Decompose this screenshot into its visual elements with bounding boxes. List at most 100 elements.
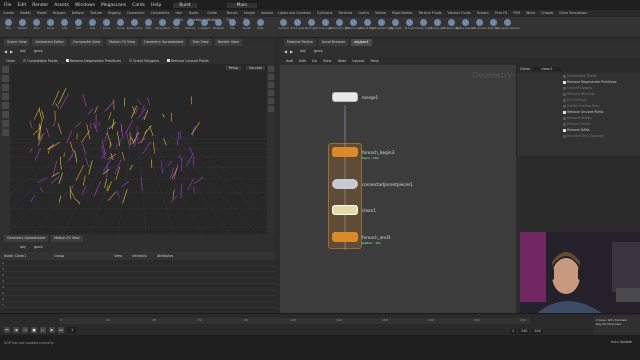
shelf-tab[interactable]: Texture bbox=[87, 10, 105, 17]
path-obj[interactable]: obj bbox=[20, 49, 25, 53]
shelf-right-tool[interactable]: Caustic Light bbox=[415, 19, 432, 30]
shelf-right-tool[interactable]: Volume Light bbox=[345, 19, 362, 30]
clean-node-body[interactable] bbox=[332, 205, 358, 215]
shelf-tool[interactable]: Sphere bbox=[18, 19, 27, 30]
shelf-tool[interactable]: File bbox=[228, 19, 237, 30]
shelf-right-tab[interactable]: Vellum bbox=[372, 10, 389, 17]
shelf-right-tool[interactable]: Stereo Camera bbox=[456, 19, 475, 30]
node-foreach-end3[interactable]: foreach_end3 Gather : 151 bbox=[332, 232, 390, 245]
opt-consolidate[interactable]: Consolidate Points bbox=[23, 58, 58, 63]
shelf-tab[interactable]: Guide Brushes bbox=[204, 10, 223, 22]
shelf-right-tab[interactable]: Viscous Fluids bbox=[444, 10, 473, 17]
shelf-tool[interactable]: Circle bbox=[102, 19, 111, 30]
connect-node-body[interactable] bbox=[332, 179, 358, 189]
shelf-tool[interactable]: Box bbox=[4, 19, 13, 30]
tab-geometry-spreadsheet[interactable]: Geometry Spreadsheet bbox=[4, 234, 49, 242]
viewport-tab[interactable]: Scene View bbox=[4, 38, 30, 46]
auto-update-button[interactable]: Auto Update bbox=[611, 340, 632, 344]
ne-edit[interactable]: Edit bbox=[299, 59, 306, 63]
menu-cards[interactable]: Cards bbox=[132, 3, 145, 8]
menu-render[interactable]: Render bbox=[32, 3, 48, 8]
menu-file[interactable]: File bbox=[4, 3, 12, 8]
shelf-tab[interactable]: Deform bbox=[69, 10, 87, 17]
viewport-tab[interactable]: Tree View bbox=[189, 38, 212, 46]
path-node[interactable]: geo1 bbox=[34, 49, 43, 53]
shelf-tool[interactable]: Null bbox=[74, 19, 83, 30]
shelf-tool[interactable]: Torus bbox=[46, 19, 55, 30]
play-reverse-icon[interactable]: ◁ bbox=[22, 327, 28, 333]
shelf-right-tool[interactable]: GI Light bbox=[404, 19, 415, 30]
viewport-tab[interactable]: Animation Editor bbox=[32, 38, 67, 46]
viewport-tab[interactable]: Composite View bbox=[69, 38, 104, 46]
tab-motion-fx[interactable]: Motion FX View bbox=[51, 234, 83, 242]
last-frame-icon[interactable]: ⏭ bbox=[58, 327, 64, 333]
opt-orient[interactable]: Orient Polygons bbox=[128, 58, 159, 63]
shelf-tool[interactable]: Grid bbox=[60, 19, 69, 30]
shelf-tab[interactable]: Rigging bbox=[105, 10, 124, 17]
shelf-tool[interactable]: Font bbox=[172, 19, 181, 30]
menu-edit[interactable]: Edit bbox=[18, 3, 27, 8]
points-icon[interactable] bbox=[268, 90, 274, 96]
prev-key-icon[interactable]: ◀ bbox=[13, 327, 19, 333]
spread-intrinsics[interactable]: Intrinsics bbox=[132, 254, 147, 258]
node-clean1[interactable]: clean1 bbox=[332, 205, 376, 215]
node-foreach-begin3[interactable]: foreach_begin3 Piece : 150 bbox=[332, 147, 394, 160]
shelf-right-tab[interactable]: Collisions bbox=[314, 10, 336, 17]
first-frame-icon[interactable]: ⏮ bbox=[4, 327, 10, 333]
shelf-tool[interactable]: Metaball bbox=[213, 19, 224, 30]
foreach-end-body[interactable] bbox=[332, 232, 358, 242]
shelf-right-tool[interactable]: Spot Light bbox=[305, 19, 318, 30]
tab-asset-browser[interactable]: Asset Browser bbox=[318, 38, 349, 46]
shelf-right-tab[interactable]: FEM bbox=[510, 10, 523, 17]
shelf-tool[interactable]: Path bbox=[144, 19, 153, 30]
menu-megascans[interactable]: Megascans bbox=[101, 3, 126, 8]
normals-icon[interactable] bbox=[268, 98, 274, 104]
menu-assets[interactable]: Assets bbox=[54, 3, 69, 8]
camera-icon[interactable] bbox=[268, 106, 274, 112]
shelf-tab[interactable]: Volume bbox=[258, 10, 276, 17]
shelf-right-tab[interactable]: Particle Fluids bbox=[416, 10, 445, 17]
shelf-right-tool[interactable]: Camera bbox=[278, 19, 289, 30]
shelf-tool[interactable]: Platonic bbox=[185, 19, 196, 30]
merge-node-body[interactable] bbox=[332, 92, 358, 102]
handle-tool-icon[interactable] bbox=[1, 102, 9, 109]
viewport-tab[interactable]: Render View bbox=[214, 38, 242, 46]
ne-add[interactable]: Add bbox=[286, 59, 293, 63]
view-tool-icon[interactable] bbox=[1, 120, 9, 127]
3d-viewport[interactable]: Persp No cam bbox=[10, 64, 267, 234]
move-tool-icon[interactable] bbox=[1, 75, 9, 82]
network-editor[interactable]: Geometry merge1 foreach_begin3 Piece : 1… bbox=[280, 65, 516, 313]
next-key-icon[interactable]: ▶ bbox=[49, 327, 55, 333]
obj-path-select[interactable]: Main bbox=[226, 2, 258, 8]
menu-help[interactable]: Help bbox=[151, 3, 161, 8]
stop-icon[interactable]: ■ bbox=[31, 327, 37, 333]
shelf-right-tab[interactable]: Particles bbox=[335, 10, 355, 17]
node-connectadjacentpieces1[interactable]: connectadjacentpieces1 bbox=[332, 179, 413, 189]
shelf-right-tab[interactable]: Oceans bbox=[474, 10, 492, 17]
shelf-right-tab[interactable]: Grains bbox=[355, 10, 372, 17]
back-icon[interactable]: ◀ bbox=[4, 49, 7, 54]
end2-frame-field[interactable]: 240 bbox=[532, 329, 543, 334]
select-tool-icon[interactable] bbox=[1, 66, 9, 73]
wireframe-icon[interactable] bbox=[268, 82, 274, 88]
shelf-tab[interactable]: Model bbox=[34, 10, 50, 17]
ne-go[interactable]: Go bbox=[312, 59, 317, 63]
menu-windows[interactable]: Windows bbox=[75, 3, 95, 8]
opt-degenerate[interactable]: Remove Degenerate Primitives bbox=[65, 58, 121, 63]
shelf-right-tab[interactable]: Wires bbox=[523, 10, 538, 17]
shelf-tool[interactable]: Spray Paint bbox=[155, 19, 170, 30]
shelf-tab[interactable]: Simple FX bbox=[241, 10, 258, 22]
snap-icon[interactable] bbox=[1, 129, 9, 136]
node-merge1[interactable]: merge1 bbox=[332, 92, 378, 102]
shelf-right-tool[interactable]: Gamepad Camera bbox=[496, 19, 519, 30]
shelf-tab[interactable]: Constraints bbox=[148, 10, 173, 17]
shelf-right-tab[interactable]: Pyro FX bbox=[492, 10, 510, 17]
spread-attributes[interactable]: Attributes bbox=[157, 254, 173, 258]
path-obj[interactable]: obj bbox=[300, 49, 305, 53]
end-frame-field[interactable]: 240 bbox=[519, 329, 530, 334]
shading-icon[interactable] bbox=[268, 74, 274, 80]
viewport-tab[interactable]: Geometry Spreadsheet bbox=[141, 38, 187, 46]
shelf-tab[interactable]: Polygon bbox=[50, 10, 69, 17]
shelf-right-tool[interactable]: Sky Light bbox=[390, 19, 401, 30]
shelf-tool[interactable]: Helix bbox=[256, 19, 265, 30]
